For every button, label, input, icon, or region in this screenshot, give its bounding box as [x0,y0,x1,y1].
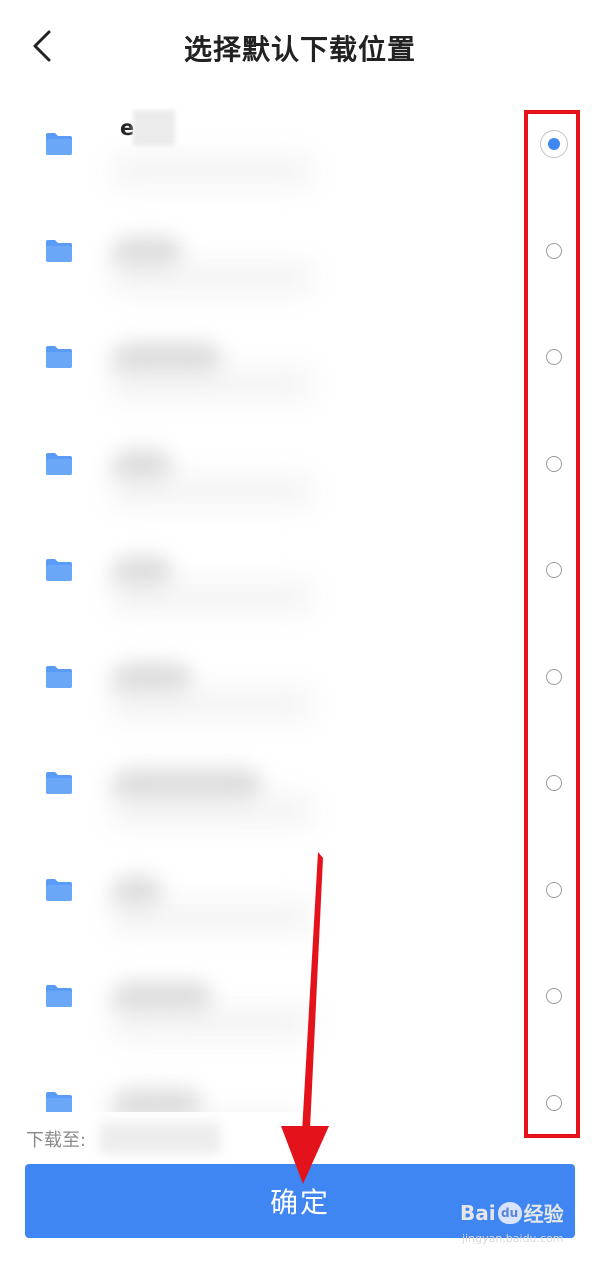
folder-row[interactable] [0,197,600,303]
folder-row[interactable] [0,836,600,942]
folder-row[interactable] [0,303,600,409]
folder-list: e d [0,90,600,1112]
page-title: 选择默认下载位置 [183,33,416,66]
folder-icon [46,559,72,581]
folder-icon [46,665,72,688]
folder-icon [46,1091,72,1112]
folder-row[interactable] [0,1049,600,1112]
folder-row[interactable] [0,729,600,835]
folder-row[interactable] [0,516,600,622]
folder-icon [46,452,72,475]
folder-icon [46,985,72,1007]
folder-detail-redacted [112,475,312,506]
paw-icon: du [497,1201,522,1224]
folder-detail-redacted [112,795,312,825]
folder-icon [46,346,72,368]
folder-detail-redacted [112,262,312,293]
download-path-redacted [100,1122,220,1154]
folder-detail-redacted [112,1008,312,1038]
watermark-url: jingyan.baidu.com [462,1232,564,1245]
top-bar: 选择默认下载位置 [0,0,600,92]
watermark-brand: Bai [460,1200,496,1225]
baidu-watermark: Bai du 经验 [460,1198,564,1227]
folder-icon [46,239,72,262]
folder-row[interactable] [0,410,600,516]
folder-row[interactable]: e d [0,90,600,196]
folder-row[interactable] [0,623,600,729]
watermark-brand-suffix: 经验 [523,1202,564,1226]
folder-icon [46,133,72,155]
folder-name-redaction [133,110,175,146]
folder-icon [46,878,72,901]
folder-icon [46,772,72,794]
annotation-highlight-box [524,110,580,1138]
folder-detail-redacted [112,369,312,399]
folder-row[interactable] [0,942,600,1048]
folder-name-redacted [112,1088,202,1112]
folder-detail-redacted [112,156,312,186]
folder-detail-redacted [112,582,312,612]
folder-detail-redacted [112,688,312,719]
folder-detail-redacted [112,901,312,932]
download-to-label: 下载至: [26,1130,87,1151]
